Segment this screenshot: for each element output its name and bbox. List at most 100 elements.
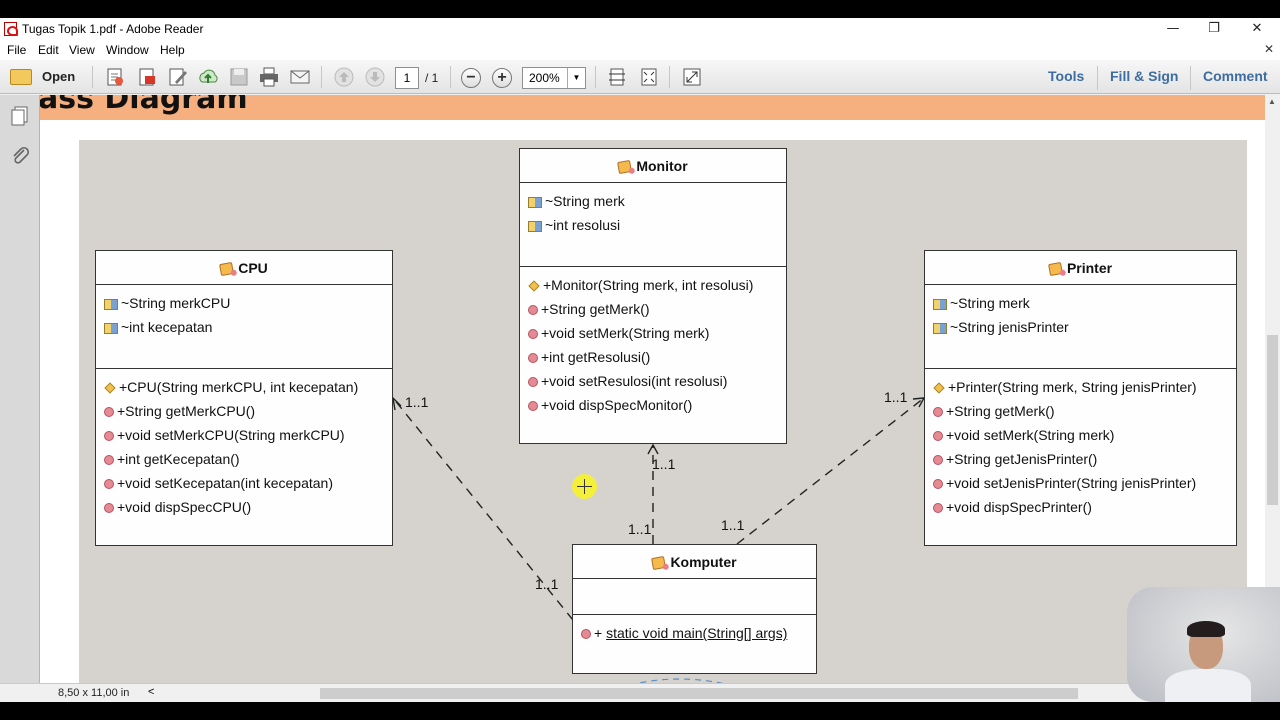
- class-diagram-image: Monitor ~String merk ~int resolusi +Moni…: [79, 140, 1247, 683]
- method-icon: [933, 431, 943, 442]
- close-window-button[interactable]: ✕: [1242, 20, 1272, 38]
- create-pdf-icon[interactable]: [104, 66, 126, 88]
- full-screen-icon[interactable]: [681, 66, 703, 88]
- email-icon[interactable]: [289, 66, 311, 88]
- page-heading: ass Diagram: [40, 95, 248, 116]
- class-icon: [617, 160, 633, 175]
- zoom-in-button[interactable]: +: [492, 68, 512, 88]
- attachments-paperclip-icon[interactable]: [9, 145, 31, 167]
- method-row: +int getResolusi(): [520, 345, 786, 369]
- method-icon: [528, 377, 538, 388]
- class-header-komputer: Komputer: [573, 545, 816, 579]
- title-bar: Tugas Topik 1.pdf - Adobe Reader — ❐ ✕: [0, 18, 1280, 40]
- field-icon: [528, 220, 542, 232]
- method-icon: [933, 479, 943, 490]
- field-icon: [104, 298, 118, 310]
- method-icon: [933, 407, 943, 418]
- menu-file[interactable]: File: [7, 43, 26, 57]
- close-document-icon[interactable]: ✕: [1264, 42, 1274, 56]
- attribute-row: ~String jenisPrinter: [925, 315, 1236, 339]
- horizontal-scroll-thumb[interactable]: [320, 688, 1078, 699]
- page-total: / 1: [425, 71, 439, 85]
- class-box-cpu: CPU ~String merkCPU ~int kecepatan +CPU(…: [95, 250, 393, 546]
- adobe-reader-app-icon: [4, 22, 18, 36]
- method-icon: [104, 455, 114, 466]
- constructor-icon: [104, 382, 116, 394]
- attributes-section: ~String merkCPU ~int kecepatan: [96, 285, 392, 369]
- multiplicity-label: 1..1: [628, 521, 652, 537]
- edit-pdf-icon[interactable]: [167, 66, 189, 88]
- attributes-section: ~String merk ~String jenisPrinter: [925, 285, 1236, 369]
- fill-sign-pane-button[interactable]: Fill & Sign: [1110, 68, 1178, 84]
- method-row: +void setMerk(String merk): [925, 423, 1236, 447]
- method-icon: [104, 431, 114, 442]
- method-row: +String getMerk(): [520, 297, 786, 321]
- methods-section: +Printer(String merk, String jenisPrinte…: [925, 369, 1236, 519]
- maximize-button[interactable]: ❐: [1199, 20, 1229, 38]
- comment-pane-button[interactable]: Comment: [1203, 68, 1268, 84]
- folder-icon: [10, 69, 32, 85]
- toolbar-divider: [92, 66, 93, 88]
- method-icon: [528, 305, 538, 316]
- zoom-out-button[interactable]: −: [461, 68, 481, 88]
- method-row: +void dispSpecPrinter(): [925, 495, 1236, 519]
- methods-section: +CPU(String merkCPU, int kecepatan) +Str…: [96, 369, 392, 519]
- save-icon[interactable]: [228, 66, 250, 88]
- class-box-komputer: Komputer + static void main(String[] arg…: [572, 544, 817, 674]
- method-icon: [528, 329, 538, 340]
- print-icon[interactable]: [258, 66, 280, 88]
- page-heading-band: ass Diagram: [40, 95, 1265, 120]
- page-thumbnails-icon[interactable]: [9, 105, 31, 127]
- vertical-scroll-thumb[interactable]: [1267, 335, 1278, 505]
- class-header-monitor: Monitor: [520, 149, 786, 183]
- field-icon: [104, 322, 118, 334]
- method-row: +void setMerkCPU(String merkCPU): [96, 423, 392, 447]
- page-number-input[interactable]: 1: [395, 67, 419, 89]
- constructor-row: +Monitor(String merk, int resolusi): [520, 273, 786, 297]
- class-box-printer: Printer ~String merk ~String jenisPrinte…: [924, 250, 1237, 546]
- fit-width-icon[interactable]: [638, 66, 660, 88]
- menu-bar: File Edit View Window Help ✕: [0, 40, 1280, 60]
- fit-page-icon[interactable]: [606, 66, 628, 88]
- methods-section: + static void main(String[] args): [573, 615, 816, 645]
- menu-help[interactable]: Help: [160, 43, 185, 57]
- minimize-button[interactable]: —: [1158, 20, 1188, 38]
- chevron-down-icon[interactable]: ▼: [567, 68, 585, 88]
- method-icon: [528, 353, 538, 364]
- method-row: +int getKecepatan(): [96, 447, 392, 471]
- multiplicity-label: 1..1: [884, 389, 908, 405]
- menu-edit[interactable]: Edit: [38, 43, 59, 57]
- export-pdf-icon[interactable]: [136, 66, 158, 88]
- attributes-section: [573, 579, 816, 615]
- methods-section: +Monitor(String merk, int resolusi) +Str…: [520, 267, 786, 417]
- class-icon: [651, 556, 667, 571]
- next-page-icon[interactable]: [364, 66, 386, 88]
- method-icon: [581, 629, 591, 640]
- presenter-body: [1165, 669, 1251, 702]
- constructor-icon: [528, 280, 540, 292]
- scroll-up-arrow-icon[interactable]: ▲: [1268, 97, 1276, 106]
- mouse-cursor-highlight: [572, 474, 597, 499]
- document-view[interactable]: ass Diagram Monitor ~String merk ~int re…: [40, 95, 1265, 683]
- class-header-printer: Printer: [925, 251, 1236, 285]
- constructor-icon: [933, 382, 945, 394]
- zoom-level-select[interactable]: 200% ▼: [522, 67, 586, 89]
- cloud-upload-icon[interactable]: [197, 66, 219, 88]
- attribute-row: ~String merkCPU: [96, 291, 392, 315]
- method-row: +void dispSpecCPU(): [96, 495, 392, 519]
- scroll-left-button[interactable]: <: [148, 686, 154, 698]
- previous-page-icon[interactable]: [333, 66, 355, 88]
- constructor-row: +CPU(String merkCPU, int kecepatan): [96, 375, 392, 399]
- adobe-reader-window: Tugas Topik 1.pdf - Adobe Reader — ❐ ✕ F…: [0, 18, 1280, 702]
- menu-window[interactable]: Window: [106, 43, 149, 57]
- tools-pane-button[interactable]: Tools: [1048, 68, 1084, 84]
- presenter-hair: [1187, 621, 1225, 637]
- method-icon: [104, 407, 114, 418]
- class-icon: [219, 262, 235, 277]
- method-row: +void setKecepatan(int kecepatan): [96, 471, 392, 495]
- method-row: +String getJenisPrinter(): [925, 447, 1236, 471]
- toolbar-divider: [321, 66, 322, 88]
- multiplicity-label: 1..1: [652, 456, 676, 472]
- method-icon: [933, 455, 943, 466]
- menu-view[interactable]: View: [69, 43, 95, 57]
